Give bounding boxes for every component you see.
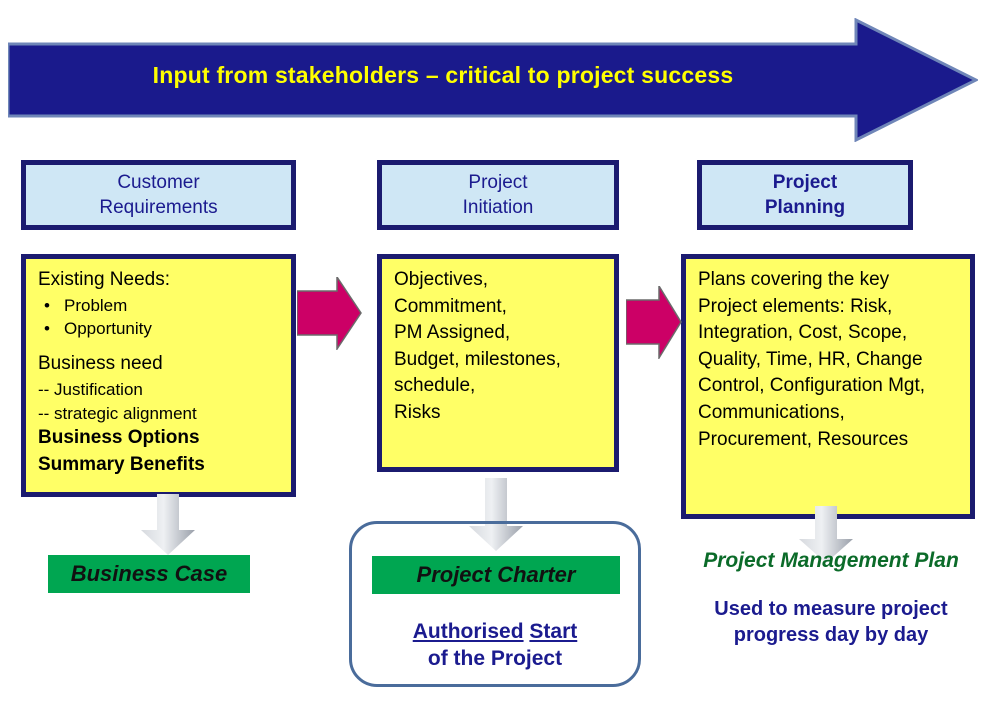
stage-header-line-2: Requirements bbox=[99, 197, 218, 218]
result-project-management-plan: Project Management Plan bbox=[703, 549, 959, 572]
content-line: Project elements: Risk, bbox=[698, 295, 893, 317]
content-line: Commitment, bbox=[394, 295, 507, 317]
content-line: Communications, bbox=[698, 401, 845, 423]
stage-header-line-2: Initiation bbox=[462, 197, 534, 218]
stage-content-customer-requirements: Existing Needs: • Problem • Opportunity Bu… bbox=[21, 254, 296, 497]
right-arrow-icon bbox=[297, 277, 362, 350]
content-bullet-label: Problem bbox=[64, 295, 128, 315]
down-arrow-icon bbox=[141, 494, 195, 555]
pmp-caption-line-1: Used to measure project bbox=[714, 598, 948, 620]
content-line: schedule, bbox=[394, 375, 476, 397]
connector-arrow-initiation-to-planning bbox=[626, 286, 682, 359]
content-line: -- strategic alignment bbox=[38, 403, 197, 423]
content-line: PM Assigned, bbox=[394, 322, 511, 344]
banner-title: Input from stakeholders – critical to pr… bbox=[152, 62, 734, 88]
content-bullet: • Opportunity bbox=[38, 317, 281, 341]
bullet-dot-icon: • bbox=[44, 319, 50, 339]
stage-header-project-initiation: Project Initiation bbox=[377, 160, 619, 230]
charter-caption-line-1: Authorised Start bbox=[349, 618, 641, 645]
stage-content-project-planning: Plans covering the key Project elements:… bbox=[681, 254, 975, 519]
project-management-plan-caption: Used to measure project progress day by … bbox=[681, 596, 981, 649]
content-line: Procurement, Resources bbox=[698, 428, 909, 450]
stage-header-line-1: Customer bbox=[117, 171, 200, 193]
content-line: Objectives, bbox=[394, 269, 488, 290]
flow-arrow-to-business-case bbox=[140, 494, 196, 556]
content-line: Risks bbox=[394, 401, 441, 423]
result-business-case: Business Case bbox=[48, 555, 250, 593]
stage-header-line-2: Planning bbox=[764, 197, 846, 218]
charter-caption-authorised: Authorised bbox=[412, 620, 524, 643]
bullet-dot-icon: • bbox=[44, 295, 50, 315]
content-line: -- Justification bbox=[38, 379, 143, 399]
stage-header-project-planning: Project Planning bbox=[697, 160, 913, 230]
content-bullet: • Problem bbox=[38, 294, 281, 318]
content-line: Quality, Time, HR, Change bbox=[698, 348, 923, 370]
content-line: Integration, Cost, Scope, bbox=[698, 322, 908, 344]
content-line: Summary Benefits bbox=[38, 453, 205, 475]
content-line: Plans covering the key bbox=[698, 269, 890, 290]
connector-arrow-requirements-to-initiation bbox=[297, 277, 362, 350]
content-line: Control, Configuration Mgt, bbox=[698, 375, 926, 397]
project-charter-caption: Authorised Start of the Project bbox=[349, 618, 641, 673]
content-line: Existing Needs: bbox=[38, 269, 171, 290]
stage-header-line-1: Project bbox=[468, 171, 528, 193]
content-line: Business need bbox=[38, 353, 163, 375]
result-project-charter: Project Charter bbox=[372, 556, 620, 594]
content-line: Business Options bbox=[38, 427, 200, 449]
pmp-caption-line-2: progress day by day bbox=[733, 624, 929, 647]
content-line: Budget, milestones, bbox=[394, 348, 561, 370]
content-bullet-label: Opportunity bbox=[64, 319, 152, 339]
stage-header-customer-requirements: Customer Requirements bbox=[21, 160, 296, 230]
charter-caption-start: Start bbox=[529, 620, 578, 643]
stage-header-line-1: Project bbox=[772, 171, 838, 193]
charter-caption-line-2: of the Project bbox=[427, 647, 563, 671]
stage-content-project-initiation: Objectives, Commitment, PM Assigned, Bud… bbox=[377, 254, 619, 472]
right-arrow-icon bbox=[626, 286, 682, 359]
